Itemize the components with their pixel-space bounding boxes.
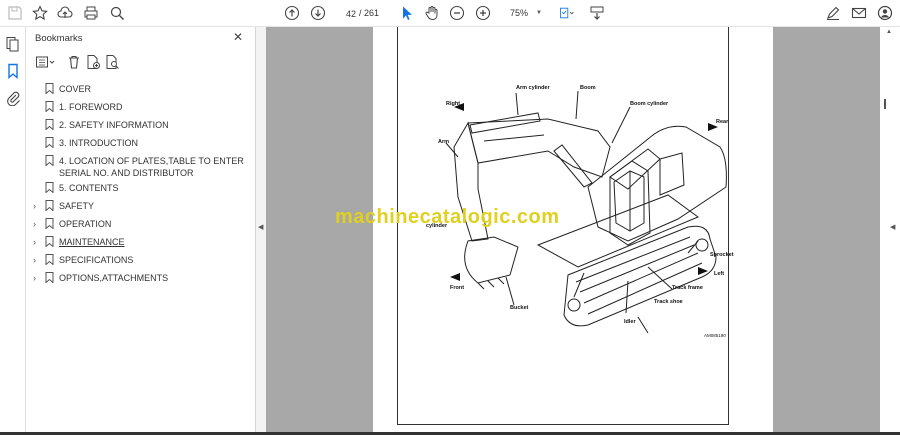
collapse-panel-icon[interactable]: ◀ bbox=[258, 223, 263, 231]
upload-cloud-icon[interactable] bbox=[56, 4, 74, 22]
bookmark-flag-icon bbox=[45, 182, 54, 193]
label-track-frame: Track frame bbox=[672, 285, 703, 291]
vertical-scrollbar[interactable]: ▲ ◀ bbox=[880, 27, 900, 435]
chevron-right-icon[interactable]: › bbox=[33, 200, 41, 212]
label-boom: Boom bbox=[580, 85, 596, 91]
bookmark-panel-icon[interactable] bbox=[5, 63, 21, 80]
label-track-shoe: Track shoe bbox=[654, 299, 683, 305]
chevron-down-icon: ▼ bbox=[536, 10, 542, 16]
bookmark-flag-icon bbox=[45, 272, 54, 283]
chevron-right-icon[interactable]: › bbox=[33, 218, 41, 230]
new-bookmark-icon[interactable] bbox=[85, 54, 101, 70]
watermark-text: machinecatalogic.com bbox=[335, 206, 560, 228]
chevron-right-icon[interactable]: › bbox=[33, 236, 41, 248]
bookmark-flag-icon bbox=[45, 218, 54, 229]
fill-sign-icon[interactable] bbox=[824, 4, 842, 22]
page-number-input[interactable]: 42 bbox=[333, 5, 357, 21]
bookmark-options-icon[interactable] bbox=[35, 54, 57, 70]
bookmark-flag-icon bbox=[45, 83, 54, 94]
print-icon[interactable] bbox=[82, 4, 100, 22]
chevron-right-icon[interactable]: › bbox=[33, 272, 41, 284]
label-left: Left bbox=[714, 271, 725, 277]
label-sprocket: Sprocket bbox=[710, 252, 734, 258]
scrollbar-thumb[interactable] bbox=[884, 99, 886, 109]
bookmark-flag-icon bbox=[45, 200, 54, 211]
left-navigation-rail bbox=[0, 27, 26, 435]
star-icon[interactable] bbox=[31, 4, 49, 22]
panel-split-handle[interactable]: ◀ bbox=[256, 27, 266, 435]
document-viewer[interactable]: Arm cylinder Boom Boom cylinder Right Re… bbox=[266, 27, 880, 435]
pages-thumbnails-icon[interactable] bbox=[5, 36, 21, 52]
bookmark-flag-icon bbox=[45, 119, 54, 130]
email-icon[interactable] bbox=[850, 4, 868, 22]
label-right: Right bbox=[446, 101, 461, 107]
page-total: / 261 bbox=[359, 8, 380, 18]
save-icon[interactable] bbox=[6, 4, 24, 22]
attachments-paperclip-icon[interactable] bbox=[5, 90, 21, 107]
bookmarks-panel: Bookmarks ✕ COVER 1. FOREWORD 2. SAFETY … bbox=[27, 27, 256, 435]
bookmark-flag-icon bbox=[45, 254, 54, 265]
label-arm: Arm bbox=[438, 139, 450, 145]
label-rear: Rear bbox=[716, 119, 729, 125]
zoom-out-icon[interactable] bbox=[448, 4, 466, 22]
zoom-in-icon[interactable] bbox=[474, 4, 492, 22]
delete-bookmark-icon[interactable] bbox=[66, 54, 82, 70]
bookmark-flag-icon bbox=[45, 155, 54, 166]
bookmarks-panel-title: Bookmarks bbox=[35, 33, 83, 44]
document-page: Arm cylinder Boom Boom cylinder Right Re… bbox=[373, 27, 773, 435]
expand-right-panel-icon[interactable]: ◀ bbox=[890, 223, 895, 231]
close-icon[interactable]: ✕ bbox=[233, 31, 245, 43]
select-cursor-icon[interactable] bbox=[398, 4, 416, 22]
label-figure-code: AM085190 bbox=[704, 333, 726, 338]
zoom-search-icon[interactable] bbox=[108, 4, 126, 22]
bookmark-item-location-of-plates[interactable]: 4. LOCATION OF PLATES,TABLE TO ENTER SER… bbox=[33, 155, 253, 179]
page-fit-icon[interactable] bbox=[556, 4, 578, 22]
hand-tool-icon[interactable] bbox=[423, 4, 441, 22]
next-page-icon[interactable] bbox=[309, 4, 327, 22]
label-idler: Idler bbox=[624, 319, 636, 325]
bookmark-flag-icon bbox=[45, 236, 54, 247]
top-toolbar: 42 / 261 75% ▼ bbox=[0, 0, 900, 27]
previous-page-icon[interactable] bbox=[283, 4, 301, 22]
zoom-level-select[interactable]: 75% ▼ bbox=[500, 4, 544, 22]
bookmark-flag-icon bbox=[45, 137, 54, 148]
find-bookmark-icon[interactable] bbox=[104, 54, 120, 70]
scroll-up-icon[interactable]: ▲ bbox=[886, 29, 892, 35]
zoom-level-value: 75% bbox=[510, 8, 529, 18]
label-boom-cylinder: Boom cylinder bbox=[630, 101, 669, 107]
scroll-mode-icon[interactable] bbox=[588, 4, 606, 22]
label-front: Front bbox=[450, 285, 465, 291]
chevron-right-icon[interactable]: › bbox=[33, 254, 41, 266]
bookmark-flag-icon bbox=[45, 101, 54, 112]
account-icon[interactable] bbox=[876, 4, 894, 22]
label-bucket: Bucket bbox=[510, 305, 529, 311]
label-arm-cylinder: Arm cylinder bbox=[516, 85, 550, 91]
